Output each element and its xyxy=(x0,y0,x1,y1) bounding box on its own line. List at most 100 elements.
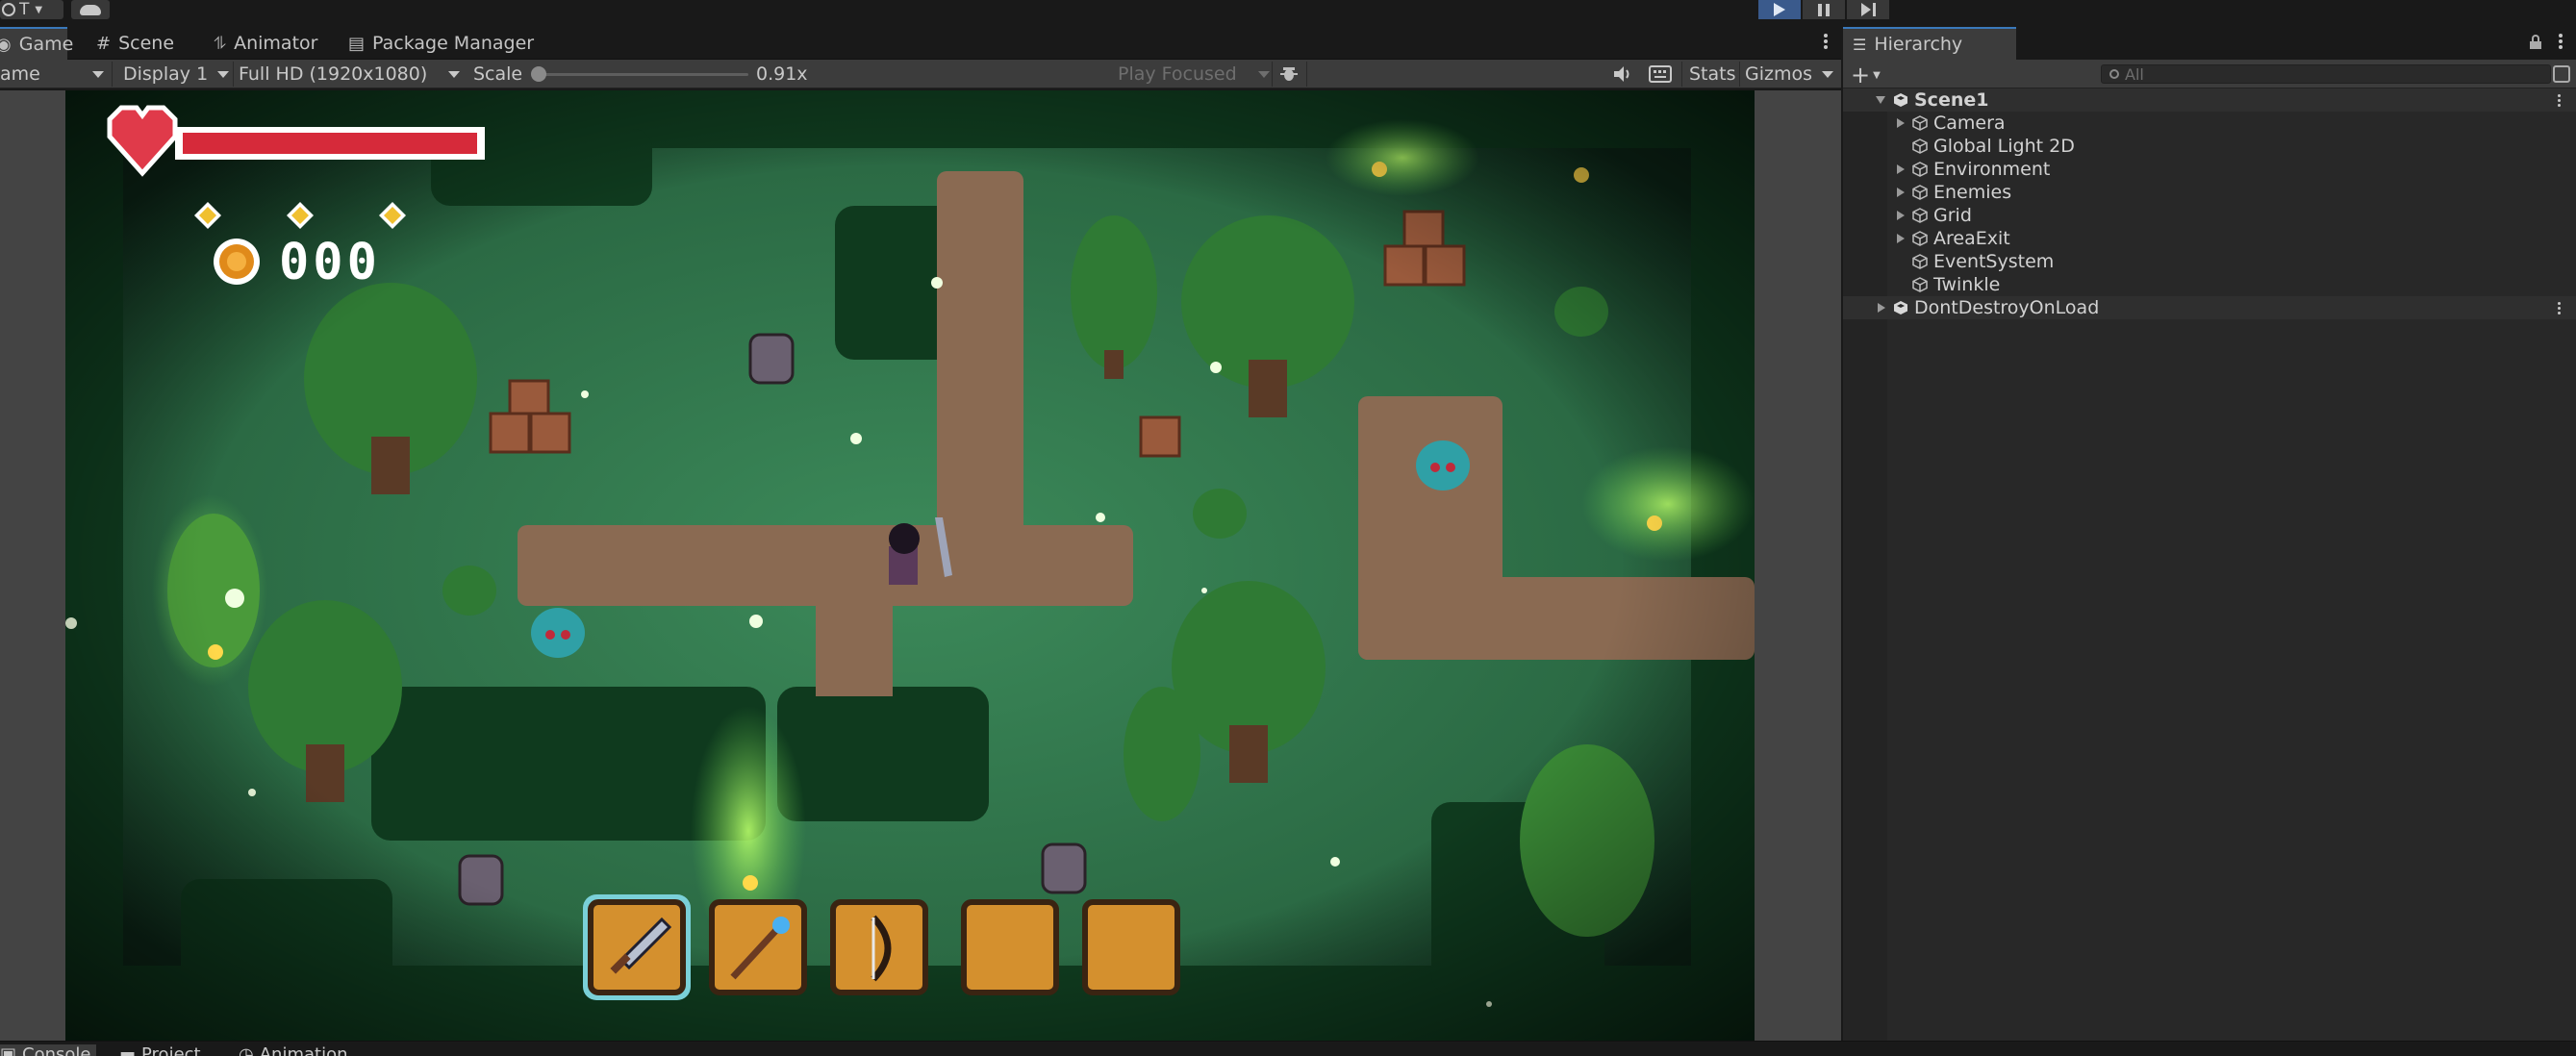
lock-icon[interactable] xyxy=(2530,35,2541,49)
chevron-down-icon: ▼ xyxy=(35,4,43,15)
shortcuts-icon[interactable] xyxy=(1649,60,1672,88)
gameobject-icon xyxy=(1912,208,1928,223)
game-render[interactable]: 000 xyxy=(65,90,1755,1041)
tab-scene-label: Scene xyxy=(118,33,175,54)
scale-slider[interactable] xyxy=(539,73,748,76)
game-panel-tabs: ◉ Game # Scene ⥮ Animator ▤ Package Mana… xyxy=(0,27,1841,60)
hierarchy-item-areaexit[interactable]: AreaExit xyxy=(1843,227,2576,250)
item-menu-icon[interactable] xyxy=(2558,92,2561,109)
hierarchy-item-global-light-2d[interactable]: Global Light 2D xyxy=(1843,135,2576,158)
coin-count: 000 xyxy=(279,234,381,291)
hierarchy-item-label: Environment xyxy=(1933,159,2051,180)
hierarchy-item-label: Twinkle xyxy=(1933,274,2001,295)
hierarchy-item-camera[interactable]: Camera xyxy=(1843,112,2576,135)
package-icon: ▤ xyxy=(348,33,366,54)
account-label: T xyxy=(19,0,30,19)
play-icon xyxy=(1774,3,1785,16)
game-view[interactable]: 000 xyxy=(0,90,1841,1041)
expand-arrow-icon[interactable] xyxy=(1897,234,1905,243)
scale-slider-handle[interactable] xyxy=(531,66,546,82)
gameobject-icon xyxy=(1912,115,1928,131)
tab-game-label: Game xyxy=(18,34,74,55)
tab-project[interactable]: ▬ Project xyxy=(119,1044,201,1056)
gamepad-icon: ◉ xyxy=(0,34,12,55)
bug-icon[interactable] xyxy=(1279,60,1299,88)
tab-animation[interactable]: ◷ Animation xyxy=(239,1044,348,1056)
resolution-value: Full HD (1920x1080) xyxy=(239,63,428,85)
search-placeholder: All xyxy=(2125,64,2144,84)
game-toolbar: ame Display 1 Full HD (1920x1080) Scale … xyxy=(0,60,1841,88)
resolution-dropdown[interactable]: Full HD (1920x1080) xyxy=(239,60,460,88)
hierarchy-item-eventsystem[interactable]: EventSystem xyxy=(1843,250,2576,273)
expand-arrow-icon[interactable] xyxy=(1897,164,1905,174)
search-input[interactable]: All xyxy=(2101,64,2551,84)
game-panel: ◉ Game # Scene ⥮ Animator ▤ Package Mana… xyxy=(0,27,1841,1041)
expand-arrow-icon[interactable] xyxy=(1897,211,1905,220)
hierarchy-item-twinkle[interactable]: Twinkle xyxy=(1843,273,2576,296)
expand-arrow-icon[interactable] xyxy=(1897,188,1905,197)
pause-button[interactable] xyxy=(1803,0,1845,19)
list-icon: ☰ xyxy=(1853,35,1867,54)
scene-icon xyxy=(1894,301,1907,314)
gameobject-icon xyxy=(1912,277,1928,292)
tab-animator[interactable]: ⥮ Animator xyxy=(214,27,317,60)
chevron-down-icon xyxy=(448,70,460,78)
account-icon xyxy=(2,3,15,16)
hierarchy-item-grid[interactable]: Grid xyxy=(1843,204,2576,227)
hotbar xyxy=(583,894,1180,1000)
step-button[interactable] xyxy=(1847,0,1889,19)
play-focus-dropdown[interactable]: Play Focused xyxy=(1118,60,1270,88)
mute-audio-icon[interactable] xyxy=(1612,60,1633,88)
cloud-button[interactable] xyxy=(71,0,110,19)
stats-button[interactable]: Stats xyxy=(1689,60,1736,88)
expand-arrow-icon[interactable] xyxy=(1897,118,1905,128)
chevron-down-icon xyxy=(1822,70,1833,78)
hierarchy-tree: Scene1 Camera Global Light 2D Environmen… xyxy=(1843,88,2576,319)
panel-menu-icon[interactable] xyxy=(2559,32,2566,51)
scale-label: Scale xyxy=(473,63,523,85)
tab-scene[interactable]: # Scene xyxy=(96,27,174,60)
play-button[interactable] xyxy=(1758,0,1801,19)
hierarchy-item-label: Camera xyxy=(1933,113,2006,134)
game-mode-dropdown[interactable]: ame xyxy=(0,60,108,88)
gameobject-icon xyxy=(1912,162,1928,177)
hierarchy-item-environment[interactable]: Environment xyxy=(1843,158,2576,181)
plus-icon: + xyxy=(1851,62,1871,88)
tab-game[interactable]: ◉ Game xyxy=(0,27,73,60)
hierarchy-toolbar: + ▼ All xyxy=(1843,60,2576,88)
create-button[interactable]: + ▼ xyxy=(1851,62,1881,88)
tab-animator-label: Animator xyxy=(234,33,318,54)
hierarchy-item-scene1[interactable]: Scene1 xyxy=(1843,88,2576,112)
tab-hierarchy-label: Hierarchy xyxy=(1874,34,1963,55)
folder-icon: ▬ xyxy=(119,1043,137,1056)
hierarchy-panel: ☰ Hierarchy + ▼ All Scene1 Camera Global… xyxy=(1843,27,2576,1041)
expand-arrow-icon[interactable] xyxy=(1876,96,1885,104)
chevron-down-icon xyxy=(217,70,229,78)
hierarchy-item-dontdestroyonload[interactable]: DontDestroyOnLoad xyxy=(1843,296,2576,319)
panel-menu-icon[interactable] xyxy=(1824,32,1831,51)
chevron-down-icon xyxy=(1258,70,1270,78)
hierarchy-item-enemies[interactable]: Enemies xyxy=(1843,181,2576,204)
main-toolbar: T ▼ xyxy=(0,0,2576,21)
tab-project-label: Project xyxy=(141,1043,201,1056)
tab-console[interactable]: ▣ Console xyxy=(0,1044,96,1056)
scale-value: 0.91x xyxy=(756,63,808,85)
gameobject-icon xyxy=(1912,138,1928,154)
account-button[interactable]: T ▼ xyxy=(0,0,63,19)
hierarchy-item-label: Scene1 xyxy=(1914,89,1989,111)
search-icon xyxy=(2109,69,2119,79)
expand-arrow-icon[interactable] xyxy=(1878,303,1885,313)
display-dropdown[interactable]: Display 1 xyxy=(123,60,229,88)
hierarchy-tabs: ☰ Hierarchy xyxy=(1843,27,2576,60)
hierarchy-item-label: Grid xyxy=(1933,205,1972,226)
gizmos-dropdown[interactable]: Gizmos xyxy=(1745,60,1833,88)
tab-hierarchy[interactable]: ☰ Hierarchy xyxy=(1843,27,2016,60)
console-icon: ▣ xyxy=(0,1043,17,1056)
play-focus-value: Play Focused xyxy=(1118,63,1237,85)
scene-visibility-icon[interactable] xyxy=(2553,65,2570,83)
grid-icon: # xyxy=(96,33,112,54)
display-value: Display 1 xyxy=(123,63,209,85)
pause-icon xyxy=(1818,3,1830,16)
item-menu-icon[interactable] xyxy=(2558,300,2561,316)
tab-package-manager[interactable]: ▤ Package Manager xyxy=(348,27,534,60)
